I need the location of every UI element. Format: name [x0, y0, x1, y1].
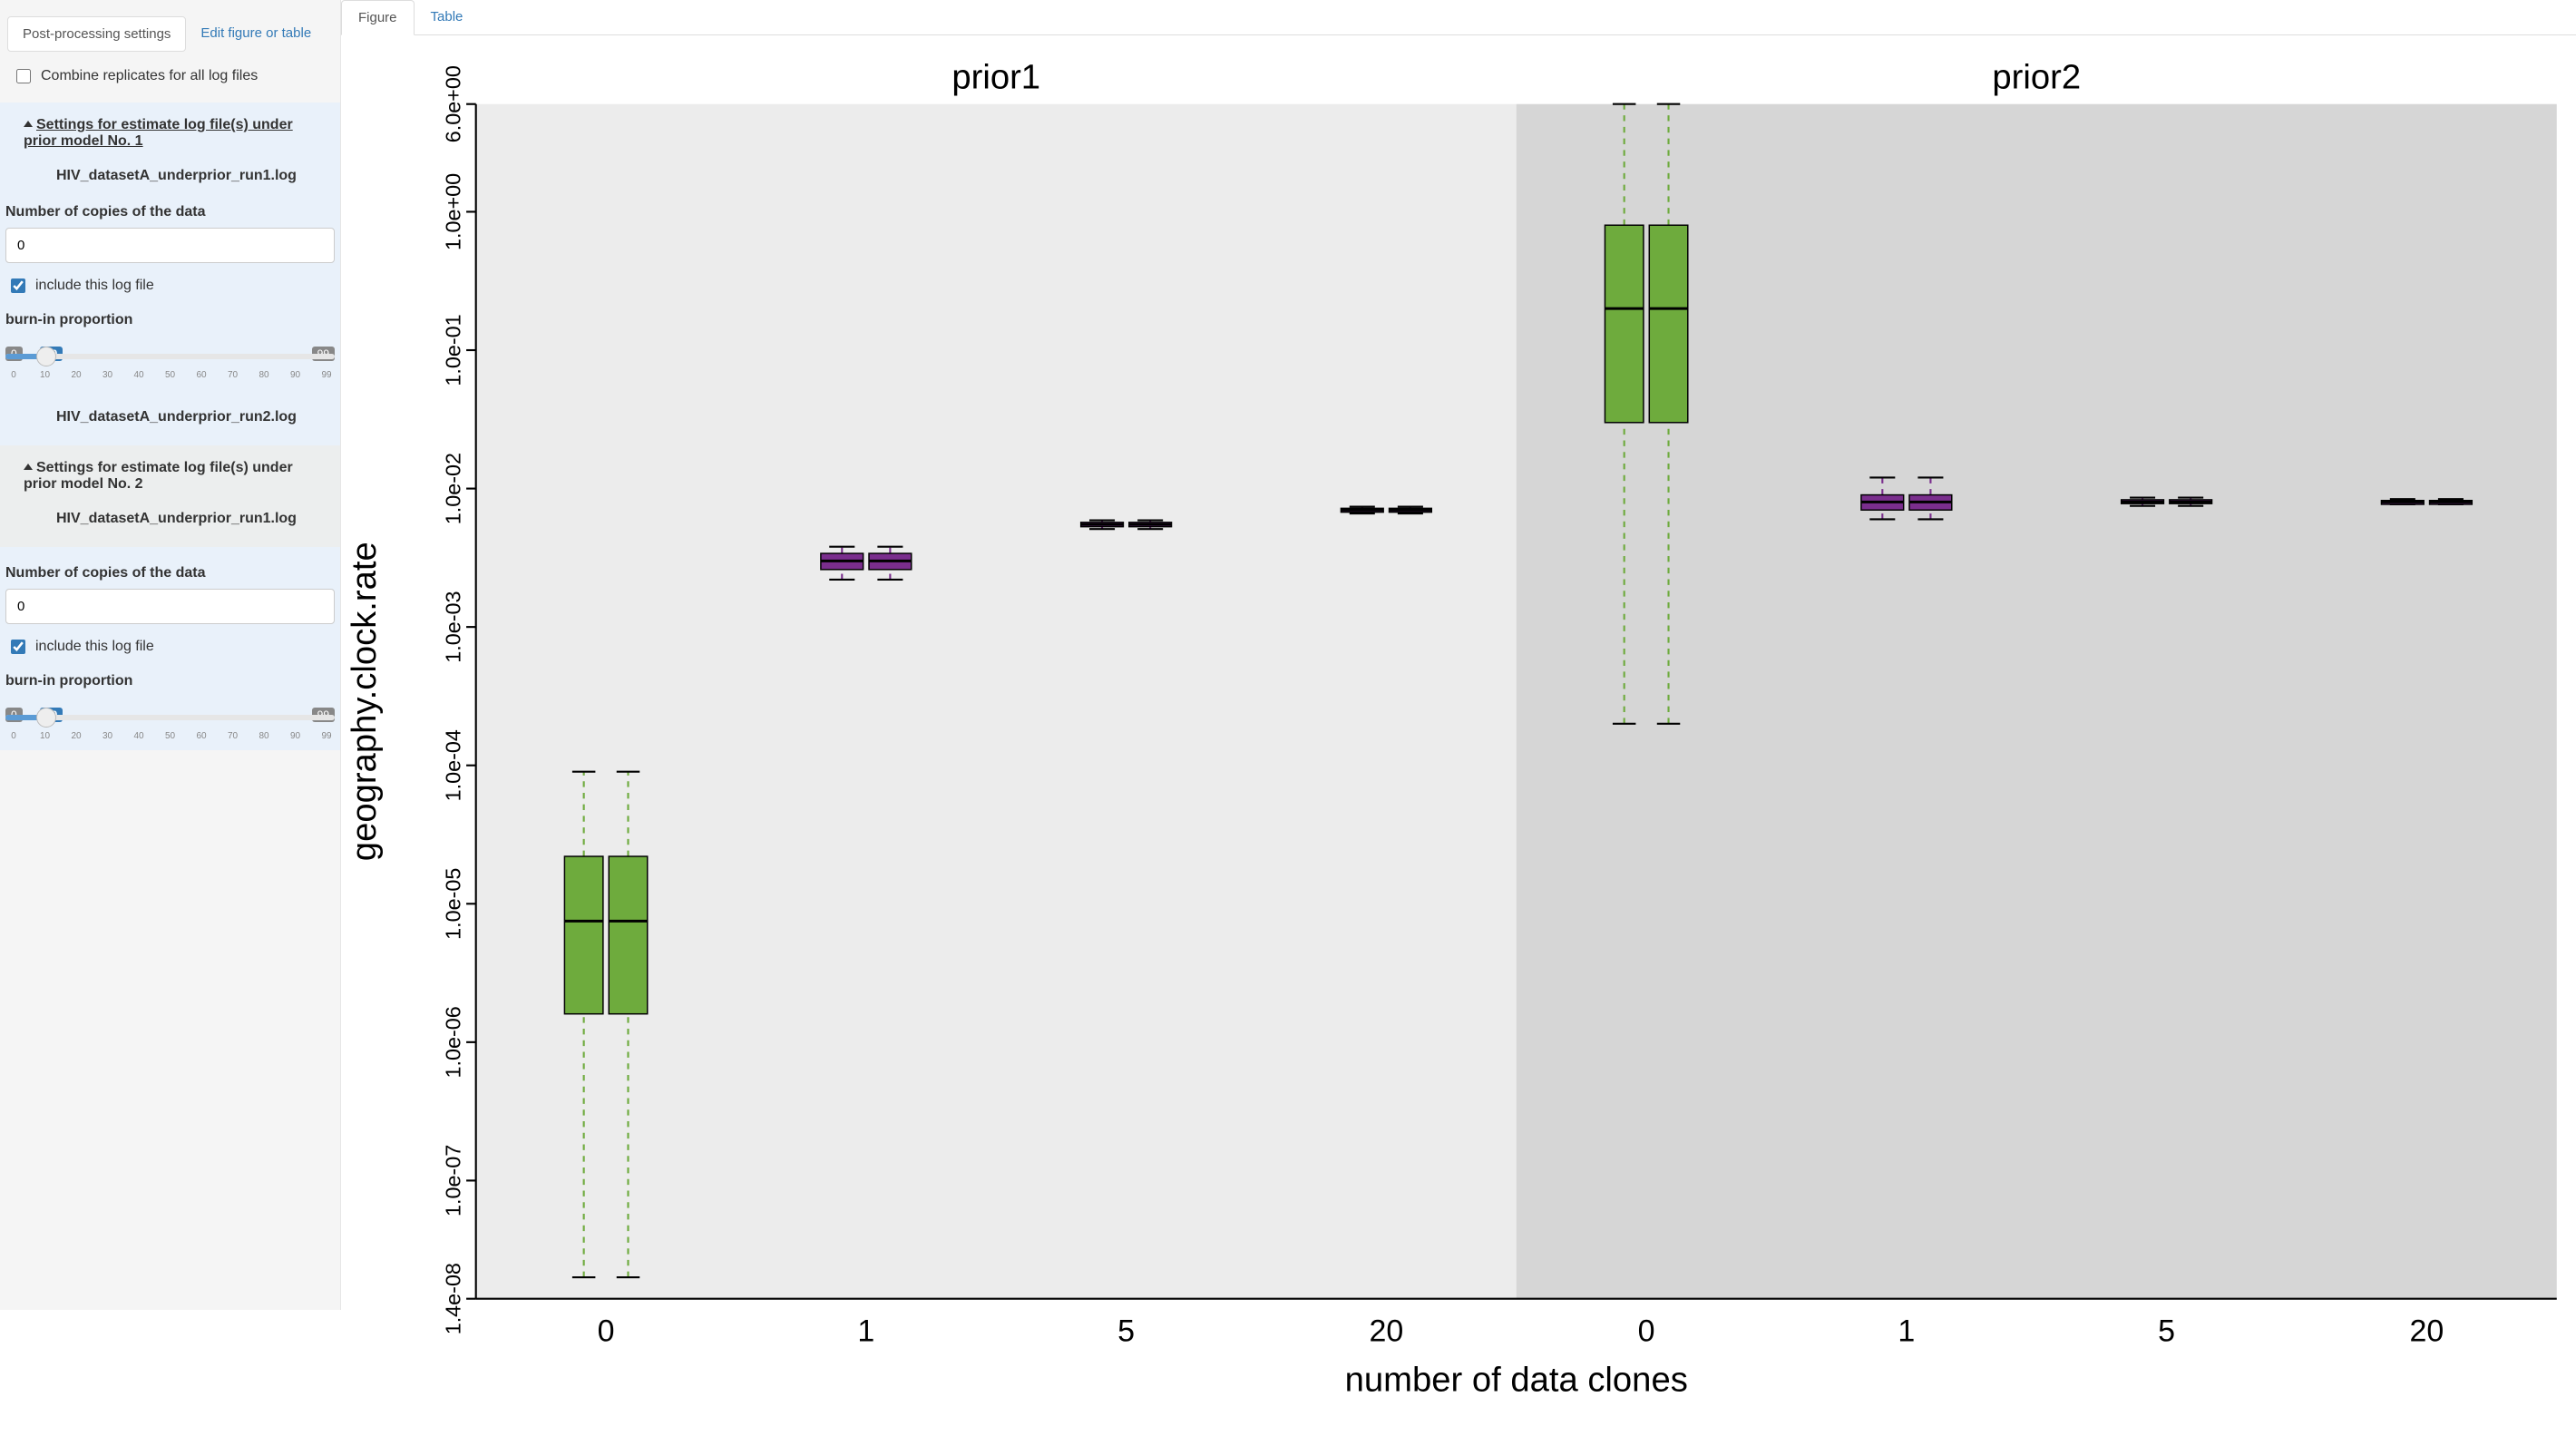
sidebar: Post-processing settings Edit figure or … — [0, 0, 341, 1310]
svg-text:number of data clones: number of data clones — [1345, 1361, 1688, 1400]
burnin-slider-1[interactable]: 0 10 99 010203040506070809099 — [5, 348, 335, 380]
svg-text:6.0e+00: 6.0e+00 — [442, 65, 465, 142]
svg-text:1: 1 — [857, 1314, 874, 1348]
combine-replicates-checkbox[interactable] — [16, 69, 31, 83]
svg-text:0: 0 — [598, 1314, 615, 1348]
combine-replicates-label: Combine replicates for all log files — [41, 68, 258, 84]
section1-header[interactable]: Settings for estimate log file(s) under … — [5, 112, 335, 155]
svg-text:1: 1 — [1898, 1314, 1915, 1348]
tab-edit-figure[interactable]: Edit figure or table — [186, 16, 326, 52]
boxplot-chart: prior1 prior2 1.4e-08 1.0e-07 1.0e-06 1.0e-05… — [341, 46, 2576, 1433]
svg-text:20: 20 — [2409, 1314, 2444, 1348]
main-pane: Figure Table prior1prior21.4e-081.0e-071… — [341, 0, 2576, 1310]
section2-header[interactable]: Settings for estimate log file(s) under … — [5, 454, 335, 498]
caret-up-icon — [24, 121, 33, 127]
include-label-1: include this log file — [35, 278, 154, 294]
svg-text:5: 5 — [1117, 1314, 1135, 1348]
tab-post-processing[interactable]: Post-processing settings — [7, 16, 186, 52]
burnin-label-2: burn-in proportion — [5, 673, 335, 689]
svg-text:1.4e-08: 1.4e-08 — [442, 1263, 465, 1334]
copies-label-1: Number of copies of the data — [5, 204, 335, 220]
svg-text:1.0e-03: 1.0e-03 — [442, 591, 465, 663]
include-label-2: include this log file — [35, 639, 154, 655]
slider-ticks-1: 010203040506070809099 — [5, 370, 335, 380]
svg-text:prior1: prior1 — [951, 58, 1040, 97]
svg-text:geography.clock.rate: geography.clock.rate — [345, 542, 384, 861]
copies-label-2: Number of copies of the data — [5, 565, 335, 581]
sidebar-tabs: Post-processing settings Edit figure or … — [7, 16, 333, 52]
svg-text:1.0e+00: 1.0e+00 — [442, 173, 465, 250]
svg-text:5: 5 — [2158, 1314, 2175, 1348]
svg-text:1.0e-07: 1.0e-07 — [442, 1145, 465, 1216]
copies-input-1[interactable] — [5, 228, 335, 263]
file1b-label: HIV_datasetA_underprior_run2.log — [5, 396, 335, 436]
burnin-slider-2[interactable]: 0 10 99 010203040506070809099 — [5, 709, 335, 741]
svg-text:1.0e-01: 1.0e-01 — [442, 314, 465, 386]
svg-text:1.0e-05: 1.0e-05 — [442, 868, 465, 940]
svg-text:1.0e-06: 1.0e-06 — [442, 1006, 465, 1078]
main-tabs: Figure Table — [341, 0, 2576, 35]
include-checkbox-2[interactable] — [11, 640, 25, 654]
tab-figure[interactable]: Figure — [341, 0, 415, 35]
slider-ticks-2: 010203040506070809099 — [5, 731, 335, 741]
svg-text:1.0e-04: 1.0e-04 — [442, 729, 465, 801]
svg-text:prior2: prior2 — [1992, 58, 2081, 97]
file2a-label: HIV_datasetA_underprior_run1.log — [5, 498, 335, 538]
tab-table[interactable]: Table — [415, 0, 480, 34]
slider-thumb[interactable] — [36, 347, 56, 366]
burnin-label-1: burn-in proportion — [5, 312, 335, 328]
include-checkbox-1[interactable] — [11, 278, 25, 293]
svg-text:1.0e-02: 1.0e-02 — [442, 453, 465, 524]
svg-text:0: 0 — [1638, 1314, 1655, 1348]
copies-input-2[interactable] — [5, 589, 335, 624]
svg-text:20: 20 — [1369, 1314, 1403, 1348]
caret-up-icon — [24, 464, 33, 470]
file1a-label: HIV_datasetA_underprior_run1.log — [5, 155, 335, 195]
slider-thumb[interactable] — [36, 708, 56, 728]
